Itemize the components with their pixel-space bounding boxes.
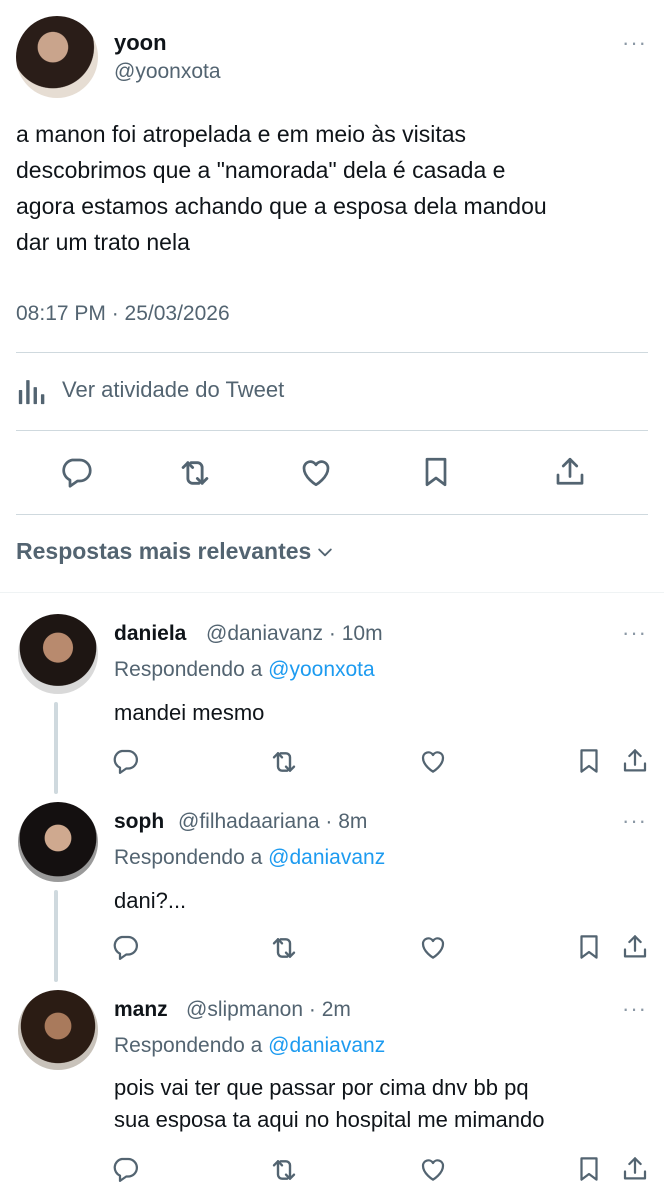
divider	[16, 430, 648, 431]
bookmark-icon[interactable]	[418, 454, 454, 490]
tweet-author-handle[interactable]: @yoonxota	[114, 60, 221, 84]
retweet-icon[interactable]	[268, 1154, 300, 1186]
reply-text-line: sua esposa ta aqui no hospital me mimand…	[114, 1107, 545, 1132]
like-icon[interactable]	[418, 1154, 448, 1184]
divider	[16, 514, 648, 515]
thread-line	[54, 890, 58, 982]
stats-icon	[16, 373, 50, 407]
reply-meta[interactable]: @daniavanz · 10m	[206, 622, 383, 646]
activity-label: Ver atividade do Tweet	[62, 377, 285, 402]
like-icon[interactable]	[418, 746, 448, 776]
divider	[0, 592, 664, 593]
divider	[16, 352, 648, 353]
bookmark-icon[interactable]	[574, 1154, 604, 1184]
replying-to: Respondendo a @yoonxota	[114, 658, 375, 682]
reply-author-name[interactable]: manz	[114, 998, 168, 1022]
replies-sort-dropdown[interactable]: Respostas mais relevantes	[16, 538, 335, 565]
share-icon[interactable]	[552, 454, 588, 490]
tweet-text-line: agora estamos achando que a esposa dela …	[16, 193, 547, 219]
tweet-text-line: a manon foi atropelada e em meio às visi…	[16, 121, 467, 147]
tweet-text-line: dar um trato nela	[16, 229, 190, 255]
retweet-icon[interactable]	[268, 932, 300, 964]
retweet-icon[interactable]	[176, 454, 214, 492]
reply-text-line: pois vai ter que passar por cima dnv bb …	[114, 1075, 529, 1100]
reply-avatar[interactable]	[18, 990, 98, 1070]
reply-icon[interactable]	[110, 1154, 140, 1184]
reply-icon[interactable]	[58, 454, 94, 490]
reply-text: mandei mesmo	[114, 700, 265, 725]
reply-author-name[interactable]: daniela	[114, 622, 186, 646]
share-icon[interactable]	[620, 746, 650, 776]
reply-avatar[interactable]	[18, 802, 98, 882]
reply-author-name[interactable]: soph	[114, 810, 164, 834]
reply-meta[interactable]: @filhadaariana · 8m	[178, 810, 367, 834]
reply-avatar[interactable]	[18, 614, 98, 694]
like-icon[interactable]	[418, 932, 448, 962]
reply-text: dani?...	[114, 888, 187, 913]
tweet-activity-link[interactable]: Ver atividade do Tweet	[16, 370, 284, 410]
replies-sort-label: Respostas mais relevantes	[16, 538, 312, 564]
tweet-timestamp[interactable]: 08:17 PM · 25/03/2026	[16, 302, 230, 326]
tweet-author-name[interactable]: yoon	[114, 30, 167, 56]
replying-to-link[interactable]: @daniavanz	[268, 846, 385, 869]
share-icon[interactable]	[620, 1154, 650, 1184]
bookmark-icon[interactable]	[574, 932, 604, 962]
tweet-author-avatar[interactable]	[16, 16, 98, 98]
reply-text: pois vai ter que passar por cima dnv bb …	[114, 1072, 544, 1136]
share-icon[interactable]	[620, 932, 650, 962]
chevron-down-icon	[315, 542, 335, 562]
more-icon[interactable]: ···	[622, 622, 647, 644]
reply-icon[interactable]	[110, 932, 140, 962]
replying-to-link[interactable]: @yoonxota	[268, 658, 375, 681]
bookmark-icon[interactable]	[574, 746, 604, 776]
replying-to: Respondendo a @daniavanz	[114, 846, 385, 870]
more-icon[interactable]: ···	[622, 810, 647, 832]
tweet-text-line: descobrimos que a "namorada" dela é casa…	[16, 157, 506, 183]
more-icon[interactable]: ···	[622, 32, 647, 54]
reply-meta[interactable]: @slipmanon · 2m	[186, 998, 351, 1022]
replying-to: Respondendo a @daniavanz	[114, 1034, 385, 1058]
reply-icon[interactable]	[110, 746, 140, 776]
like-icon[interactable]	[298, 454, 334, 490]
replying-prefix: Respondendo a	[114, 1034, 263, 1057]
retweet-icon[interactable]	[268, 746, 300, 778]
tweet-text: a manon foi atropelada e em meio às visi…	[16, 116, 656, 260]
more-icon[interactable]: ···	[622, 998, 647, 1020]
replying-prefix: Respondendo a	[114, 846, 263, 869]
replying-to-link[interactable]: @daniavanz	[268, 1034, 385, 1057]
thread-line	[54, 702, 58, 794]
replying-prefix: Respondendo a	[114, 658, 263, 681]
